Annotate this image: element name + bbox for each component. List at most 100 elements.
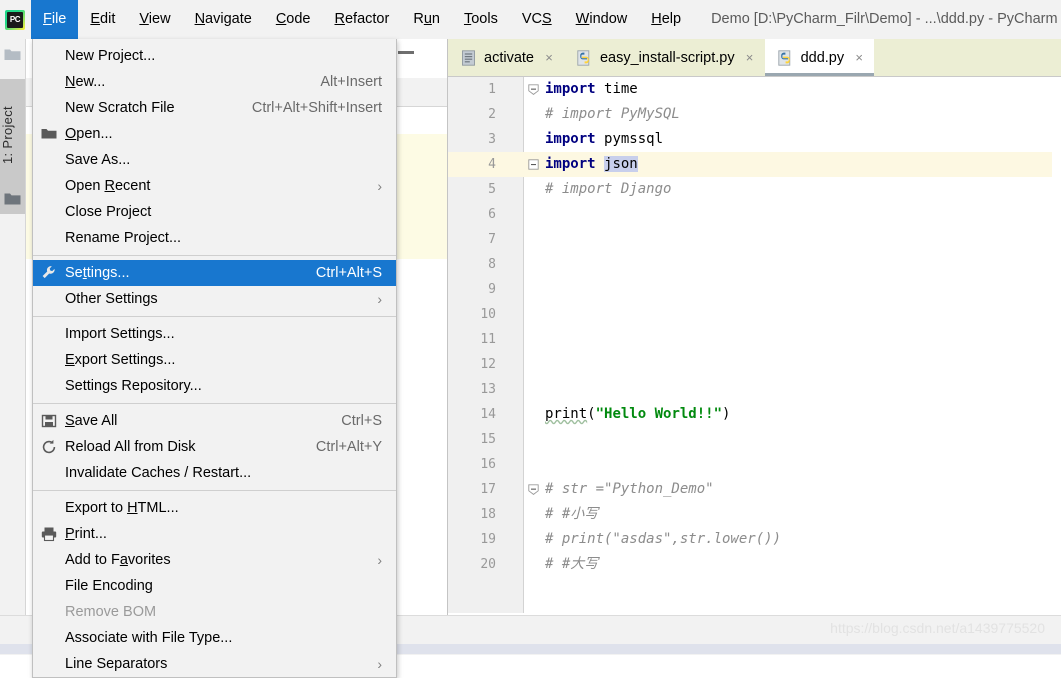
menu-item-line-separators[interactable]: Line Separators › [33,651,396,677]
menu-tools[interactable]: Tools [452,0,510,39]
code-line[interactable]: 13 [448,377,1061,402]
menu-vcs[interactable]: VCS [510,0,564,39]
menu-item-settings-repository[interactable]: Settings Repository... [33,373,396,399]
menu-run[interactable]: Run [401,0,452,39]
fold-close-icon[interactable] [528,158,539,170]
menu-item-label: Close Project [65,204,152,220]
editor-tab-label: activate [484,49,534,66]
menu-item-label: Associate with File Type... [65,630,233,646]
close-icon[interactable]: × [744,51,756,64]
save-icon [41,413,57,429]
folder-icon [4,49,21,60]
menu-item-import-settings[interactable]: Import Settings... [33,321,396,347]
sidebar-item-project[interactable]: 1: Project [0,79,25,214]
code-line[interactable]: 16 [448,452,1061,477]
editor-tab-bar: activate × easy_install-script.py × ddd.py × [448,39,1061,77]
code-line[interactable]: 7 [448,227,1061,252]
close-icon[interactable]: × [543,51,555,64]
editor-right-edge [1052,77,1061,654]
menu-item-save-all[interactable]: Save All Ctrl+S [33,408,396,434]
menu-item-reload-all-from-disk[interactable]: Reload All from Disk Ctrl+Alt+Y [33,434,396,460]
menu-item-export-settings[interactable]: Export Settings... [33,347,396,373]
menu-item-new[interactable]: New... Alt+Insert [33,69,396,95]
fold-open-icon[interactable] [528,83,539,95]
editor-tab-ddd-py[interactable]: ddd.py × [764,39,875,76]
code-line[interactable]: 8 [448,252,1061,277]
menu-refactor[interactable]: Refactor [323,0,402,39]
menu-item-label: Settings... [65,265,130,281]
code-line[interactable]: 5 # import Django [448,177,1061,202]
code-text: # str ="Python_Demo" [545,481,714,497]
code-editor[interactable]: 1 import time 2 # import PyMySQL 3 import pym… [448,77,1061,654]
chevron-right-icon: › [377,291,382,307]
code-line[interactable]: 15 [448,427,1061,452]
menu-item-open-recent[interactable]: Open Recent › [33,173,396,199]
chevron-right-icon: › [377,178,382,194]
line-number: 20 [480,557,496,572]
menu-edit[interactable]: Edit [78,0,127,39]
menu-item-export-to-html[interactable]: Export to HTML... [33,495,396,521]
code-line[interactable]: 14 print("Hello World!!") [448,402,1061,427]
menu-item-label: Export to HTML... [65,500,179,516]
menu-item-label: Save As... [65,152,131,168]
menu-item-label: Save All [65,413,118,429]
menu-item-new-project[interactable]: New Project... [33,43,396,69]
code-line[interactable]: 12 [448,352,1061,377]
line-number: 6 [488,207,496,222]
code-line[interactable]: 6 [448,202,1061,227]
line-number: 5 [488,182,496,197]
menu-item-add-to-favorites[interactable]: Add to Favorites › [33,547,396,573]
line-number: 11 [480,332,496,347]
menu-item-settings[interactable]: Settings... Ctrl+Alt+S [33,260,396,286]
menu-navigate[interactable]: Navigate [183,0,264,39]
menu-item-open[interactable]: Open... [33,121,396,147]
code-line[interactable]: 18 # #小写 [448,502,1061,527]
menu-file[interactable]: File [31,0,79,39]
menu-item-label: Export Settings... [65,352,176,368]
menu-item-invalidate-caches-restart[interactable]: Invalidate Caches / Restart... [33,460,396,486]
code-line[interactable]: 9 [448,277,1061,302]
code-line[interactable]: 20 # #大写 [448,552,1061,577]
printer-icon [41,526,57,542]
code-line[interactable]: 19 # print("asdas",str.lower()) [448,527,1061,552]
folder-icon [4,193,21,205]
menu-item-print[interactable]: Print... [33,521,396,547]
code-line[interactable]: 4 import json [448,152,1061,177]
menu-item-shortcut: Alt+Insert [320,74,382,90]
menu-window[interactable]: Window [564,0,640,39]
menu-item-label: Import Settings... [65,326,175,342]
minimize-icon[interactable] [398,51,414,54]
editor-tab-label: ddd.py [800,49,845,66]
code-line[interactable]: 1 import time [448,77,1061,102]
menu-item-label: Reload All from Disk [65,439,196,455]
menu-item-save-as[interactable]: Save As... [33,147,396,173]
code-line[interactable]: 2 # import PyMySQL [448,102,1061,127]
line-number: 17 [480,482,496,497]
menu-code[interactable]: Code [264,0,323,39]
menu-item-shortcut: Ctrl+Alt+Y [315,439,382,455]
line-number: 7 [488,232,496,247]
menu-item-rename-project[interactable]: Rename Project... [33,225,396,251]
fold-open-icon[interactable] [528,483,539,495]
menu-item-file-encoding[interactable]: File Encoding [33,573,396,599]
code-line[interactable]: 3 import pymssql [448,127,1061,152]
menu-item-label: Print... [65,526,107,542]
code-line[interactable]: 17 # str ="Python_Demo" [448,477,1061,502]
menu-item-label: Line Separators [65,656,168,672]
code-line[interactable]: 11 [448,327,1061,352]
menu-item-close-project[interactable]: Close Project [33,199,396,225]
editor-tab-activate[interactable]: activate × [448,39,564,76]
menu-item-other-settings[interactable]: Other Settings › [33,286,396,312]
menu-view[interactable]: View [127,0,182,39]
menu-item-associate-with-file-type[interactable]: Associate with File Type... [33,625,396,651]
editor-tab-easy-install-script-py[interactable]: easy_install-script.py × [564,39,765,76]
code-line[interactable]: 10 [448,302,1061,327]
code-text: import time [545,81,638,97]
code-text: print("Hello World!!") [545,406,731,422]
menu-item-label: New Project... [65,48,156,64]
line-number: 4 [488,157,496,172]
line-number: 19 [480,532,496,547]
close-icon[interactable]: × [853,51,865,64]
menu-help[interactable]: Help [639,0,693,39]
menu-item-new-scratch-file[interactable]: New Scratch File Ctrl+Alt+Shift+Insert [33,95,396,121]
